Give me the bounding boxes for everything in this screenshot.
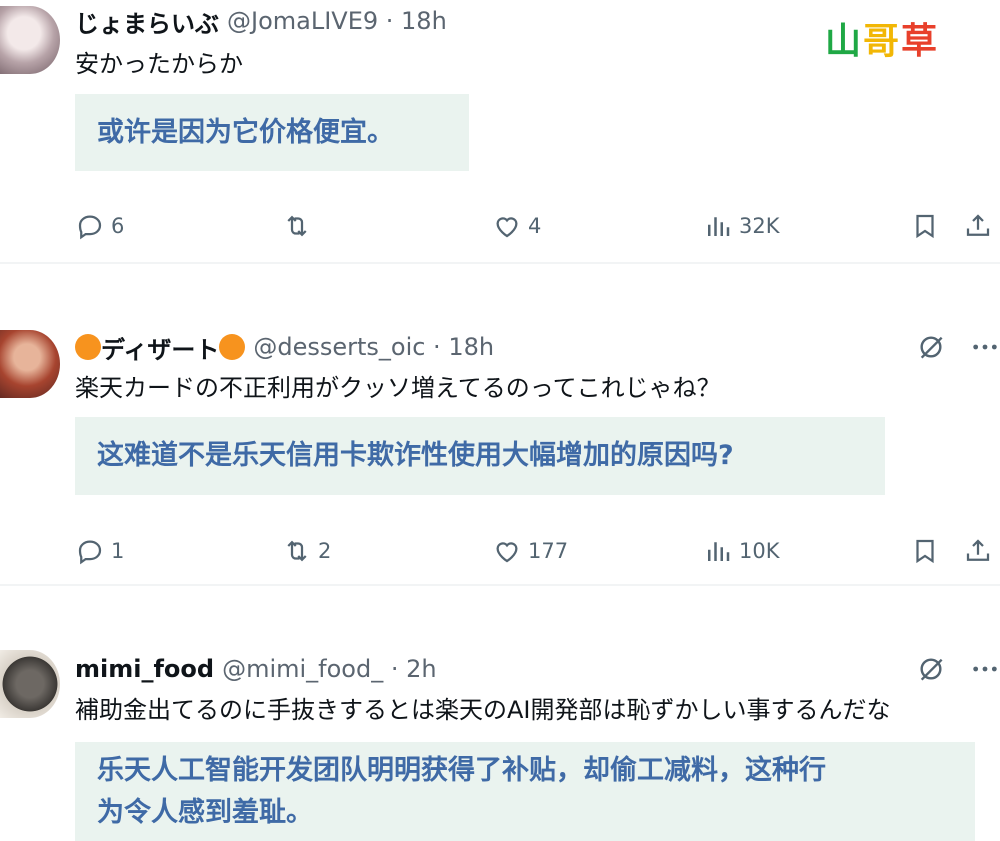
reply-button[interactable]: 1 <box>75 531 124 571</box>
translation-line: 为令人感到羞耻。 <box>97 797 313 828</box>
translation-box: 或许是因为它价格便宜。 <box>75 94 469 171</box>
heart-icon <box>496 217 518 238</box>
action-bar: 6 4 32K <box>0 206 1000 246</box>
reply-icon <box>78 215 102 240</box>
handle-time[interactable]: @JomaLIVE9 · 18h <box>227 7 447 35</box>
handle-time[interactable]: @desserts_oic · 18h <box>253 333 494 361</box>
reply-count: 6 <box>111 214 125 238</box>
like-button[interactable]: 177 <box>492 531 568 571</box>
heart-icon <box>496 542 518 563</box>
like-count: 4 <box>528 214 542 238</box>
share-icon <box>966 214 990 236</box>
orange-circle-emoji <box>219 334 246 360</box>
like-count: 177 <box>528 539 569 563</box>
tweet-header: じょまらいぶ @JomaLIVE9 · 18h <box>75 4 447 38</box>
avatar[interactable] <box>0 6 60 74</box>
translation-box: 这难道不是乐天信用卡欺诈性使用大幅增加的原因吗? <box>75 417 885 495</box>
tweet-header: ディザート @desserts_oic · 18h <box>75 330 494 364</box>
views-icon <box>708 542 730 561</box>
reply-button[interactable]: 6 <box>75 206 124 246</box>
views-button[interactable]: 32K <box>703 206 780 246</box>
display-name[interactable]: じょまらいぶ <box>75 4 219 39</box>
tweet-text: 楽天カードの不正利用がクッソ増えてるのってこれじゃね？ <box>75 374 721 402</box>
views-count: 32K <box>739 214 780 238</box>
bookmark-icon <box>916 539 934 564</box>
avatar[interactable] <box>0 650 60 718</box>
display-name[interactable]: mimi_food <box>75 655 214 683</box>
more-icon[interactable] <box>969 653 1000 685</box>
views-count: 10K <box>739 539 780 563</box>
translation-line: 乐天人工智能开发团队明明获得了补贴，却偷工减料，这种行 <box>97 755 826 786</box>
display-name[interactable]: ディザート <box>101 330 219 365</box>
avatar[interactable] <box>0 330 60 398</box>
share-button[interactable] <box>963 531 993 571</box>
tweet[interactable]: mimi_food @mimi_food_ · 2h 補助金出てるのに手抜きする… <box>0 586 1000 841</box>
bookmark-button[interactable] <box>910 206 940 246</box>
grok-icon[interactable] <box>915 653 947 685</box>
tweet-top-icons <box>915 653 1000 685</box>
orange-circle-emoji <box>75 334 101 360</box>
tweet-top-icons <box>915 331 1000 363</box>
tweet-text: 補助金出てるのに手抜きするとは楽天のAI開発部は恥ずかしい事するんだな <box>75 696 891 724</box>
action-bar: 1 2 177 10K <box>0 531 1000 571</box>
tweet[interactable]: じょまらいぶ @JomaLIVE9 · 18h 安かったからか 或许是因为它价格… <box>0 0 1000 262</box>
share-icon <box>966 539 990 561</box>
bookmark-icon <box>916 214 934 239</box>
bookmark-button[interactable] <box>910 531 940 571</box>
translation-box: 乐天人工智能开发团队明明获得了补贴，却偷工减料，这种行 为令人感到羞耻。 <box>75 742 975 841</box>
views-button[interactable]: 10K <box>703 531 780 571</box>
retweet-count: 2 <box>318 539 332 563</box>
more-icon[interactable] <box>969 331 1000 363</box>
tweet-text: 安かったからか <box>75 50 243 78</box>
like-button[interactable]: 4 <box>492 206 541 246</box>
retweet-button[interactable]: 2 <box>282 531 331 571</box>
retweet-button[interactable] <box>282 206 318 246</box>
tweet[interactable]: ディザート @desserts_oic · 18h 楽天カードの不正利用がクッソ… <box>0 264 1000 582</box>
retweet-icon <box>287 215 307 237</box>
tweet-header: mimi_food @mimi_food_ · 2h <box>75 652 437 686</box>
handle-time[interactable]: @mimi_food_ · 2h <box>222 655 437 683</box>
share-button[interactable] <box>963 206 993 246</box>
reply-icon <box>78 540 102 565</box>
grok-icon[interactable] <box>915 331 947 363</box>
reply-count: 1 <box>111 539 125 563</box>
retweet-icon <box>287 540 307 562</box>
views-icon <box>708 217 730 236</box>
